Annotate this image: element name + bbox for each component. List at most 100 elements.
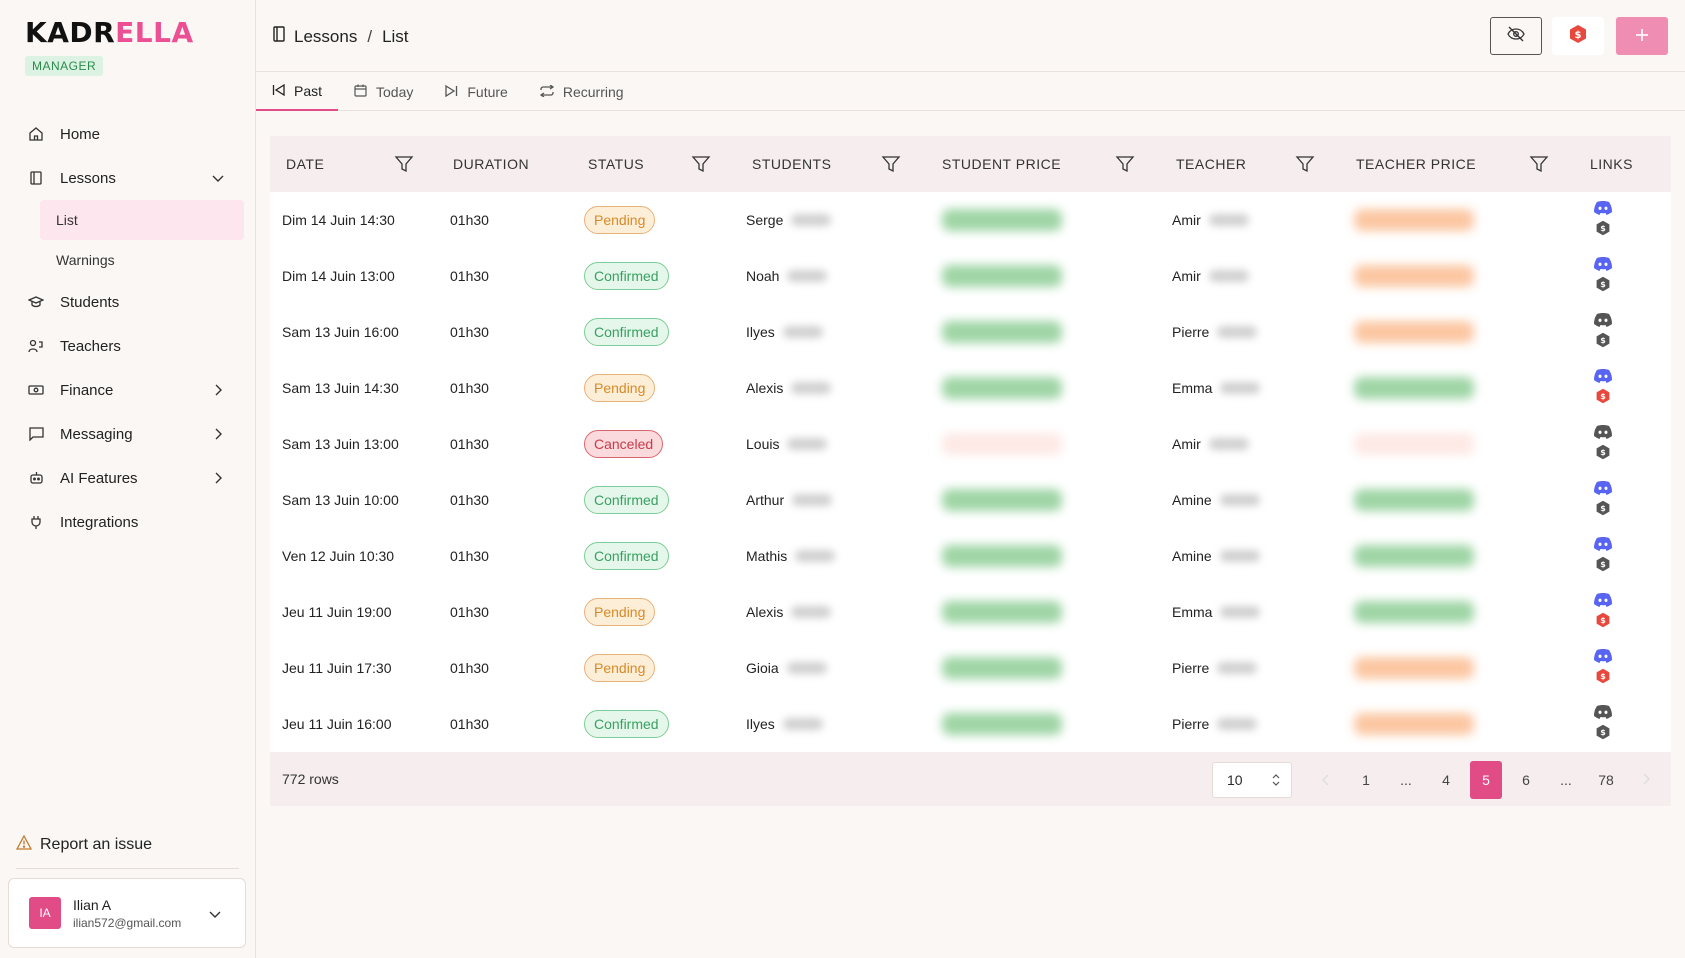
discord-icon[interactable] — [1593, 201, 1613, 218]
sidebar-item-messaging[interactable]: Messaging — [0, 412, 256, 456]
skip-back-icon — [272, 83, 285, 99]
sidebar-item-teachers[interactable]: Teachers — [0, 324, 256, 368]
column-header-duration[interactable]: DURATION — [453, 136, 529, 192]
column-header-status[interactable]: STATUS — [588, 136, 644, 192]
column-header-teacher[interactable]: TEACHER — [1176, 136, 1246, 192]
payment-button[interactable]: $ — [1552, 17, 1604, 55]
table-row[interactable]: Jeu 11 Juin 19:00 01h30 Pending Alexis Emma $ — [270, 584, 1671, 640]
filter-icon[interactable] — [881, 154, 901, 174]
coin-icon[interactable]: $ — [1595, 500, 1611, 519]
sidebar-item-label: Teachers — [60, 337, 121, 355]
page-button-6[interactable]: 6 — [1510, 761, 1542, 799]
table-row[interactable]: Sam 13 Juin 10:00 01h30 Confirmed Arthur Ami… — [270, 472, 1671, 528]
tab-today[interactable]: Today — [338, 73, 429, 111]
table-row[interactable]: Sam 13 Juin 14:30 01h30 Pending Alexis Emma $ — [270, 360, 1671, 416]
cell-teacher[interactable]: Emma — [1172, 584, 1261, 640]
discord-icon[interactable] — [1593, 481, 1613, 498]
coin-icon[interactable]: $ — [1595, 220, 1611, 239]
discord-icon[interactable] — [1593, 425, 1613, 442]
cell-teacher[interactable]: Amine — [1172, 472, 1260, 528]
coin-icon[interactable]: $ — [1595, 388, 1611, 407]
coin-icon[interactable]: $ — [1595, 612, 1611, 631]
column-header-date[interactable]: DATE — [286, 136, 324, 192]
add-lesson-button[interactable] — [1616, 17, 1668, 55]
cell-student[interactable]: Louis — [746, 416, 828, 472]
coin-icon[interactable]: $ — [1595, 332, 1611, 351]
cell-teacher[interactable]: Pierre — [1172, 640, 1258, 696]
cell-student[interactable]: Gioia — [746, 640, 827, 696]
cell-student[interactable]: Ilyes — [746, 696, 823, 752]
discord-icon[interactable] — [1593, 593, 1613, 610]
table-row[interactable]: Dim 14 Juin 14:30 01h30 Pending Serge Amir $ — [270, 192, 1671, 248]
sidebar-item-ai-features[interactable]: AI Features — [0, 456, 256, 500]
page-button-1[interactable]: 1 — [1350, 761, 1382, 799]
filter-icon[interactable] — [1529, 154, 1549, 174]
table-row[interactable]: Sam 13 Juin 13:00 01h30 Canceled Louis Amir $ — [270, 416, 1671, 472]
sidebar-item-home[interactable]: Home — [0, 112, 256, 156]
cell-duration: 01h30 — [450, 716, 489, 732]
filter-icon[interactable] — [394, 154, 414, 174]
page-button-78[interactable]: 78 — [1590, 761, 1622, 799]
coin-icon[interactable]: $ — [1595, 724, 1611, 743]
column-header-student-price[interactable]: STUDENT PRICE — [942, 136, 1061, 192]
sidebar-item-finance[interactable]: Finance — [0, 368, 256, 412]
sidebar-item-integrations[interactable]: Integrations — [0, 500, 256, 544]
page-button-5[interactable]: 5 — [1470, 761, 1502, 799]
next-page-button[interactable] — [1630, 761, 1662, 799]
table-row[interactable]: Dim 14 Juin 13:00 01h30 Confirmed Noah Amir $ — [270, 248, 1671, 304]
coin-icon[interactable]: $ — [1595, 556, 1611, 575]
cell-student[interactable]: Alexis — [746, 360, 832, 416]
cell-teacher[interactable]: Pierre — [1172, 696, 1258, 752]
discord-icon[interactable] — [1593, 649, 1613, 666]
table-row[interactable]: Sam 13 Juin 16:00 01h30 Confirmed Ilyes Pier… — [270, 304, 1671, 360]
discord-icon[interactable] — [1593, 313, 1613, 330]
cell-teacher[interactable]: Amir — [1172, 192, 1249, 248]
hide-prices-button[interactable] — [1490, 17, 1542, 55]
cell-teacher[interactable]: Amir — [1172, 248, 1249, 304]
cell-teacher-price — [1354, 416, 1474, 472]
table-row[interactable]: Jeu 11 Juin 16:00 01h30 Confirmed Ilyes Pier… — [270, 696, 1671, 752]
cell-student[interactable]: Arthur — [746, 472, 833, 528]
cell-teacher[interactable]: Pierre — [1172, 304, 1258, 360]
report-issue-link[interactable]: Report an issue — [15, 834, 152, 855]
cell-student[interactable]: Mathis — [746, 528, 836, 584]
table-row[interactable]: Ven 12 Juin 10:30 01h30 Confirmed Mathis Ami… — [270, 528, 1671, 584]
page-size-select[interactable]: 10 — [1212, 762, 1292, 798]
user-menu[interactable]: IA Ilian A ilian572@gmail.com — [8, 878, 246, 948]
column-header-students[interactable]: STUDENTS — [752, 136, 831, 192]
prev-page-button[interactable] — [1310, 761, 1342, 799]
teacher-name: Amir — [1172, 268, 1201, 284]
discord-icon[interactable] — [1593, 369, 1613, 386]
cell-teacher[interactable]: Amir — [1172, 416, 1249, 472]
graduation-cap-icon — [28, 294, 44, 310]
cell-student[interactable]: Noah — [746, 248, 828, 304]
tab-past[interactable]: Past — [256, 73, 339, 111]
filter-icon[interactable] — [691, 154, 711, 174]
sidebar-subitem-warnings[interactable]: Warnings — [0, 240, 256, 280]
discord-icon[interactable] — [1593, 537, 1613, 554]
page-button-4[interactable]: 4 — [1430, 761, 1462, 799]
cell-teacher[interactable]: Emma — [1172, 360, 1261, 416]
column-header-teacher-price[interactable]: TEACHER PRICE — [1356, 136, 1476, 192]
tab-future[interactable]: Future — [429, 73, 523, 111]
breadcrumb-section[interactable]: Lessons — [294, 27, 357, 47]
cell-teacher[interactable]: Amine — [1172, 528, 1260, 584]
cell-date: Dim 14 Juin 14:30 — [282, 212, 395, 228]
coin-icon[interactable]: $ — [1595, 668, 1611, 687]
sidebar-item-lessons[interactable]: Lessons — [0, 156, 256, 200]
cell-status: Confirmed — [584, 472, 669, 528]
sidebar-item-students[interactable]: Students — [0, 280, 256, 324]
tab-recurring[interactable]: Recurring — [524, 73, 640, 111]
cell-status: Confirmed — [584, 528, 669, 584]
cell-student[interactable]: Ilyes — [746, 304, 823, 360]
filter-icon[interactable] — [1295, 154, 1315, 174]
discord-icon[interactable] — [1593, 705, 1613, 722]
cell-student[interactable]: Serge — [746, 192, 832, 248]
sidebar-subitem-list[interactable]: List — [40, 200, 244, 240]
coin-icon[interactable]: $ — [1595, 444, 1611, 463]
discord-icon[interactable] — [1593, 257, 1613, 274]
table-row[interactable]: Jeu 11 Juin 17:30 01h30 Pending Gioia Pierre… — [270, 640, 1671, 696]
coin-icon[interactable]: $ — [1595, 276, 1611, 295]
cell-student[interactable]: Alexis — [746, 584, 832, 640]
filter-icon[interactable] — [1115, 154, 1135, 174]
